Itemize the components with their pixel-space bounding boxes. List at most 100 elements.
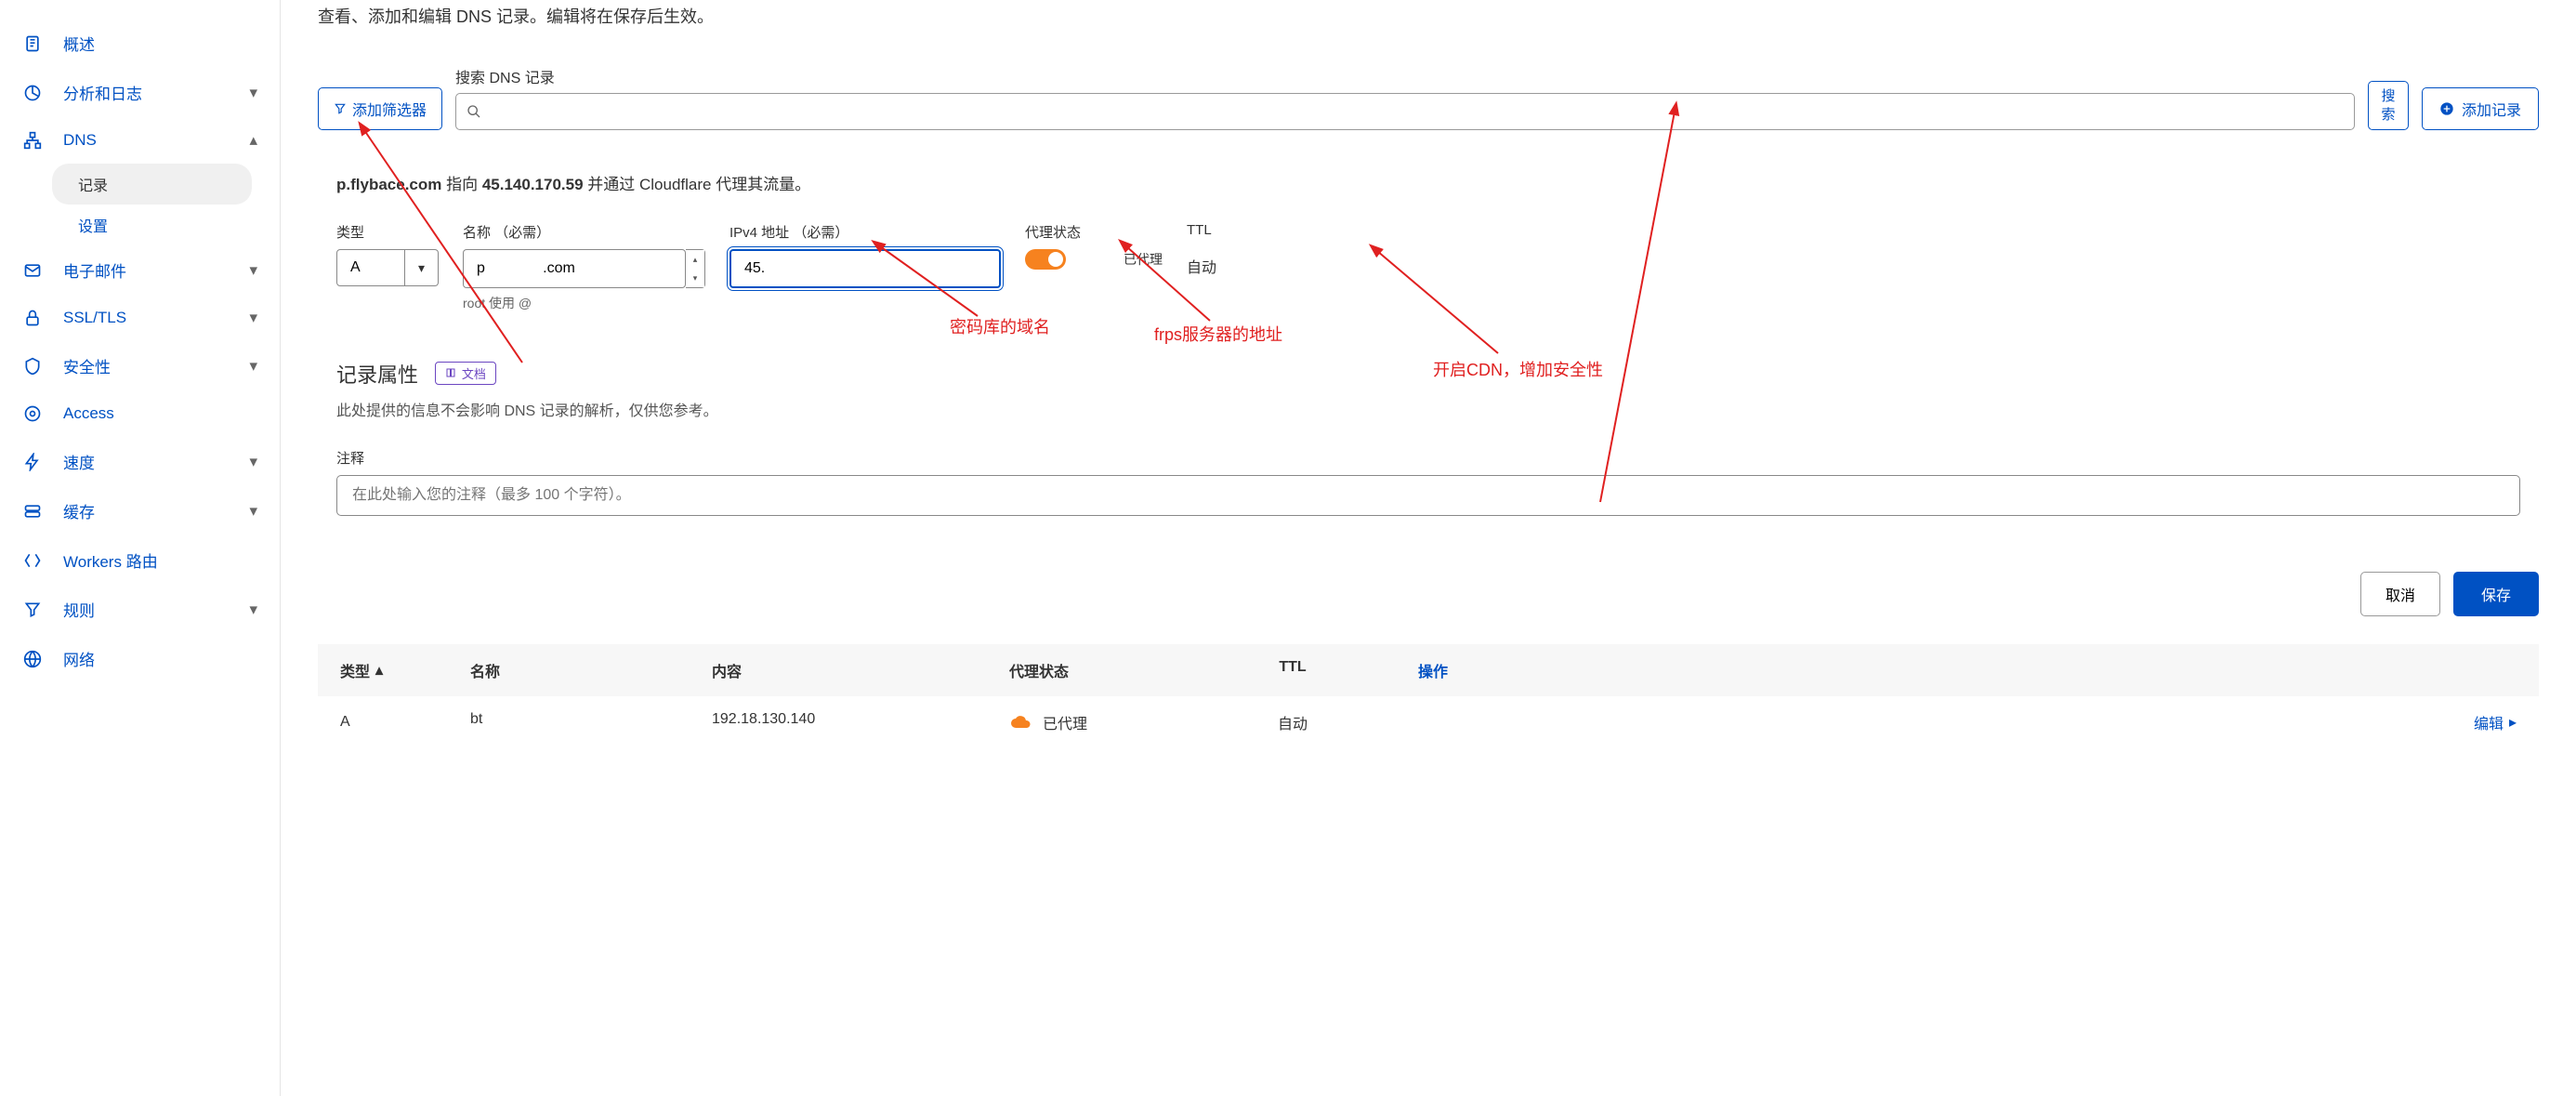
col-name-header[interactable]: 名称 xyxy=(470,659,712,681)
cancel-button[interactable]: 取消 xyxy=(2360,572,2440,616)
sort-icon: ▴ xyxy=(375,661,383,680)
col-type-header[interactable]: 类型 ▴ xyxy=(340,659,470,681)
pie-icon xyxy=(22,83,43,103)
cache-icon xyxy=(22,501,43,522)
dns-icon xyxy=(22,130,43,151)
record-attributes: 记录属性 文档 此处提供的信息不会影响 DNS 记录的解析，仅供您参考。 注释 xyxy=(336,359,2520,516)
sidebar-label: 分析和日志 xyxy=(63,81,142,104)
sidebar-item-overview[interactable]: 概述 xyxy=(0,19,280,68)
sidebar-label: 电子邮件 xyxy=(63,258,126,282)
add-record-button[interactable]: 添加记录 xyxy=(2422,87,2539,130)
proxy-label: 代理状态 xyxy=(1025,222,1163,242)
ttl-label: TTL xyxy=(1187,222,1216,238)
name-stepper[interactable]: ▴▾ xyxy=(686,249,705,288)
chevron-down-icon: ▾ xyxy=(249,261,257,280)
chevron-up-icon: ▴ xyxy=(249,131,257,150)
col-ttl-header[interactable]: TTL xyxy=(1242,659,1344,681)
sidebar-label: 安全性 xyxy=(63,354,111,377)
sidebar-item-security[interactable]: 安全性 ▾ xyxy=(0,341,280,390)
sidebar-item-rules[interactable]: 规则 ▾ xyxy=(0,585,280,634)
sidebar-label: DNS xyxy=(63,131,97,150)
cell-ttl: 自动 xyxy=(1242,711,1344,733)
cell-name: bt xyxy=(470,711,712,733)
chevron-right-icon: ▸ xyxy=(2509,713,2517,732)
funnel-icon xyxy=(22,600,43,620)
col-content-header[interactable]: 内容 xyxy=(712,659,1009,681)
record-summary: p.flybace.com 指向 45.140.170.59 并通过 Cloud… xyxy=(336,171,2520,194)
access-icon xyxy=(22,403,43,424)
add-filter-button[interactable]: 添加筛选器 xyxy=(318,87,442,130)
col-action-header: 操作 xyxy=(1344,659,2517,681)
sidebar-item-workers[interactable]: Workers 路由 xyxy=(0,535,280,585)
sidebar-dns-submenu: 记录 设置 xyxy=(0,164,280,245)
chevron-down-icon: ▾ xyxy=(249,502,257,521)
network-icon xyxy=(22,649,43,669)
name-label: 名称 （必需） xyxy=(463,222,705,242)
chevron-down-icon[interactable]: ▾ xyxy=(405,249,439,286)
ipv4-label: IPv4 地址 （必需） xyxy=(729,222,1001,242)
form-actions: 取消 保存 xyxy=(318,572,2539,616)
chevron-down-icon: ▾ xyxy=(249,84,257,102)
ipv4-input[interactable] xyxy=(729,249,1001,288)
cloud-icon xyxy=(1009,715,1033,730)
filter-btn-label: 添加筛选器 xyxy=(352,98,427,120)
chevron-down-icon: ▾ xyxy=(249,601,257,619)
table-header: 类型 ▴ 名称 内容 代理状态 TTL 操作 xyxy=(318,644,2539,696)
ttl-value: 自动 xyxy=(1187,245,1216,286)
lock-icon xyxy=(22,308,43,328)
table-row: A bt 192.18.130.140 已代理 自动 编辑 ▸ xyxy=(318,696,2539,748)
attrs-title: 记录属性 xyxy=(336,359,418,389)
docs-link[interactable]: 文档 xyxy=(435,362,496,385)
sidebar-label: SSL/TLS xyxy=(63,309,126,327)
record-editor: p.flybace.com 指向 45.140.170.59 并通过 Cloud… xyxy=(318,171,2539,516)
sidebar-label: 网络 xyxy=(63,647,95,670)
chevron-down-icon: ▾ xyxy=(249,453,257,471)
search-button[interactable]: 搜索 xyxy=(2368,81,2409,130)
ipv4-field: IPv4 地址 （必需） xyxy=(729,222,1001,288)
type-field: 类型 ▾ xyxy=(336,222,439,286)
plus-circle-icon xyxy=(2439,101,2454,116)
add-btn-label: 添加记录 xyxy=(2462,98,2521,120)
sidebar-label: Workers 路由 xyxy=(63,548,158,572)
sidebar-sub-records[interactable]: 记录 xyxy=(52,164,252,205)
name-hint: root 使用 @ xyxy=(463,294,705,312)
type-value[interactable] xyxy=(336,249,405,286)
main-content: 查看、添加和编辑 DNS 记录。编辑将在保存后生效。 添加筛选器 搜索 DNS … xyxy=(281,0,2576,1096)
sidebar-item-dns[interactable]: DNS ▴ xyxy=(0,117,280,164)
name-input[interactable] xyxy=(463,249,686,288)
comment-label: 注释 xyxy=(336,448,2520,468)
sidebar-item-ssl[interactable]: SSL/TLS ▾ xyxy=(0,295,280,341)
sidebar-item-analytics[interactable]: 分析和日志 ▾ xyxy=(0,68,280,117)
cell-type: A xyxy=(340,711,470,733)
proxy-toggle[interactable] xyxy=(1025,249,1066,270)
proxy-status-text: 已代理 xyxy=(1124,250,1163,269)
chevron-down-icon: ▾ xyxy=(249,357,257,376)
book-icon xyxy=(445,367,456,378)
sidebar-item-network[interactable]: 网络 xyxy=(0,634,280,683)
ttl-field: TTL 自动 xyxy=(1187,222,1216,286)
sidebar-item-cache[interactable]: 缓存 ▾ xyxy=(0,486,280,535)
comment-input[interactable] xyxy=(336,475,2520,516)
sidebar-label: 规则 xyxy=(63,598,95,621)
search-icon xyxy=(467,104,481,119)
page-description: 查看、添加和编辑 DNS 记录。编辑将在保存后生效。 xyxy=(318,4,2539,28)
bolt-icon xyxy=(22,452,43,472)
filter-icon xyxy=(334,102,347,115)
col-proxy-header[interactable]: 代理状态 xyxy=(1009,659,1242,681)
attrs-desc: 此处提供的信息不会影响 DNS 记录的解析，仅供您参考。 xyxy=(336,398,2520,420)
edit-link[interactable]: 编辑 ▸ xyxy=(1344,711,2517,733)
clipboard-icon xyxy=(22,33,43,54)
docs-label: 文档 xyxy=(462,364,486,382)
record-fields: 类型 ▾ 名称 （必需） ▴▾ root 使用 @ IPv4 地址 （必需） xyxy=(336,222,2520,312)
sidebar-sub-settings[interactable]: 设置 xyxy=(65,205,280,245)
search-row: 添加筛选器 搜索 DNS 记录 搜索 添加记录 xyxy=(318,65,2539,130)
sidebar-item-speed[interactable]: 速度 ▾ xyxy=(0,437,280,486)
type-select[interactable]: ▾ xyxy=(336,249,439,286)
sidebar-label: 缓存 xyxy=(63,499,95,522)
save-button[interactable]: 保存 xyxy=(2453,572,2539,616)
search-input[interactable] xyxy=(455,93,2355,130)
sidebar: 概述 分析和日志 ▾ DNS ▴ 记录 设置 电子邮件 ▾ SSL/TLS ▾ … xyxy=(0,0,281,1096)
sidebar-item-access[interactable]: Access xyxy=(0,390,280,437)
sidebar-item-email[interactable]: 电子邮件 ▾ xyxy=(0,245,280,295)
workers-icon xyxy=(22,550,43,571)
